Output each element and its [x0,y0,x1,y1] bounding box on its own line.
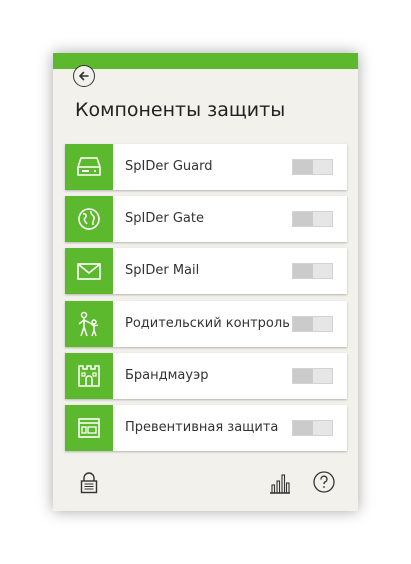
component-icon-tile [65,248,113,294]
help-icon [313,471,335,493]
component-label: SpIDer Guard [125,159,213,174]
lock-icon [80,472,98,494]
component-icon-tile [65,405,113,451]
statistics-icon [270,474,290,494]
component-row-spider-guard[interactable]: SpIDer Guard [65,144,347,190]
window-top-bar [53,53,358,69]
preventive-protection-toggle[interactable] [292,420,333,436]
component-icon-tile [65,144,113,190]
parental-control-toggle[interactable] [292,316,333,332]
parent-child-icon [78,311,99,337]
hard-drive-icon [77,157,101,176]
component-label: SpIDer Mail [125,263,200,278]
page-title: Компоненты защиты [75,99,286,121]
arrow-left-icon [79,71,89,81]
envelope-icon [77,263,101,280]
component-row-preventive-protection[interactable]: Превентивная защита [65,405,347,451]
component-label: Родительский контроль [125,316,290,331]
spider-mail-toggle[interactable] [292,263,333,279]
spider-gate-toggle[interactable] [292,211,333,227]
component-icon-tile [65,301,113,347]
toggle-knob [293,264,313,278]
toggle-knob [293,421,313,435]
component-row-spider-mail[interactable]: SpIDer Mail [65,248,347,294]
toggle-knob [293,160,313,174]
toggle-knob [293,212,313,226]
help-button[interactable] [313,471,335,497]
back-button[interactable] [73,65,95,87]
toggle-knob [293,369,313,383]
castle-tower-icon [78,365,100,387]
component-row-parental-control[interactable]: Родительский контроль [65,301,347,347]
component-label: Брандмауэр [125,368,209,383]
spider-guard-toggle[interactable] [292,159,333,175]
component-icon-tile [65,196,113,242]
firewall-toggle[interactable] [292,368,333,384]
component-label: SpIDer Gate [125,211,204,226]
statistics-button[interactable] [269,472,291,498]
protection-components-window: Компоненты защиты SpIDer Guard SpIDer Ga… [53,53,358,511]
component-row-firewall[interactable]: Брандмауэр [65,353,347,399]
component-icon-tile [65,353,113,399]
component-row-spider-gate[interactable]: SpIDer Gate [65,196,347,242]
globe-icon [78,208,100,230]
toggle-knob [293,317,313,331]
component-label: Превентивная защита [125,420,279,435]
lock-button[interactable] [80,472,98,498]
window-shield-icon [78,418,100,438]
